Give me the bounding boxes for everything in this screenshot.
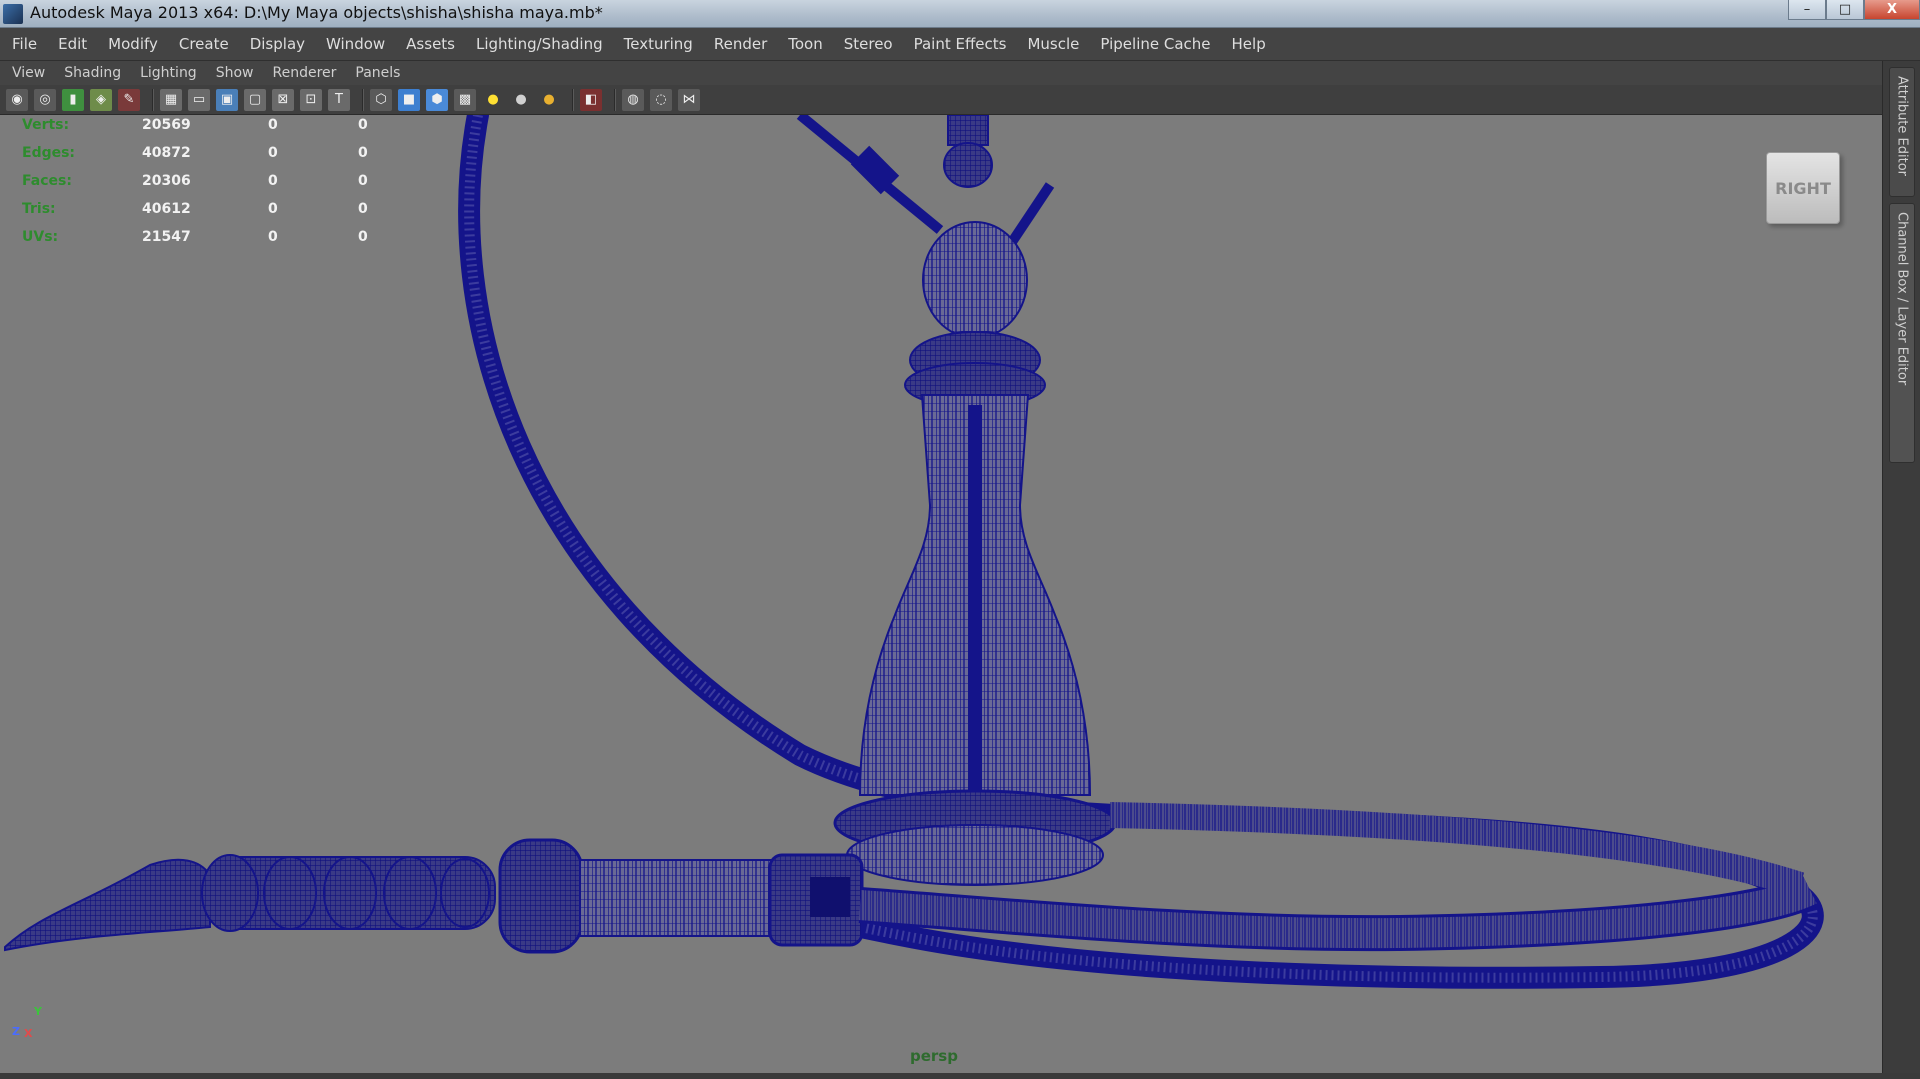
hud-value: 0 (268, 117, 278, 133)
toolbar-separator (614, 88, 616, 111)
default-light-icon[interactable]: ● (482, 89, 504, 111)
window-title: Autodesk Maya 2013 x64: D:\My Maya objec… (30, 3, 603, 22)
smooth-shade-icon[interactable]: ■ (398, 88, 420, 111)
camera-attributes-icon[interactable]: ◎ (34, 88, 56, 111)
gate-mask-icon[interactable]: ▢ (244, 88, 266, 111)
field-chart-icon[interactable]: ⊠ (272, 88, 294, 111)
channel-box-layer-editor-tab[interactable]: Channel Box / Layer Editor (1889, 203, 1915, 463)
hud-value: 0 (268, 173, 278, 189)
bottom-shelf-edge (0, 1073, 1920, 1079)
hud-value: 0 (268, 145, 278, 161)
right-side-dock: Attribute Editor Channel Box / Layer Edi… (1882, 61, 1920, 1073)
panel-menu-shading[interactable]: Shading (64, 65, 121, 81)
menu-window[interactable]: Window (326, 35, 385, 53)
hud-value: 40612 (142, 201, 191, 217)
panel-menu-lighting[interactable]: Lighting (140, 65, 197, 81)
image-plane-icon[interactable]: ◈ (90, 88, 112, 111)
menu-display[interactable]: Display (250, 35, 305, 53)
shadows-icon[interactable]: ● (510, 89, 532, 111)
wireframe-model[interactable] (0, 115, 1882, 1073)
hud-value: 0 (358, 145, 368, 161)
menu-muscle[interactable]: Muscle (1027, 35, 1079, 53)
wireframe-icon[interactable]: ⬡ (370, 88, 392, 111)
toolbar-separator (152, 88, 154, 111)
safe-title-icon[interactable]: T (328, 88, 350, 111)
menu-help[interactable]: Help (1232, 35, 1266, 53)
perspective-viewport[interactable]: Verts: 20569 0 0 Edges: 40872 0 0 Faces:… (0, 115, 1882, 1073)
menu-stereo[interactable]: Stereo (844, 35, 893, 53)
attribute-editor-tab[interactable]: Attribute Editor (1889, 67, 1915, 197)
menu-assets[interactable]: Assets (406, 35, 455, 53)
window-controls: – □ X (1788, 0, 1920, 20)
film-gate-icon[interactable]: ▭ (188, 88, 210, 111)
main-menubar: File Edit Modify Create Display Window A… (0, 28, 1920, 61)
hud-icon[interactable]: ⋈ (678, 88, 700, 111)
menu-pipeline-cache[interactable]: Pipeline Cache (1100, 35, 1210, 53)
hud-value: 0 (268, 201, 278, 217)
bookmark-icon[interactable]: ▮ (62, 88, 84, 111)
hud-value: 20569 (142, 117, 191, 133)
viewcube[interactable]: RIGHT (1766, 152, 1840, 224)
hud-value: 40872 (142, 145, 191, 161)
hud-value: 0 (268, 229, 278, 245)
maya-app-icon[interactable] (3, 4, 23, 24)
hud-label: UVs: (22, 229, 59, 245)
hud-label: Edges: (22, 145, 76, 161)
menu-file[interactable]: File (12, 35, 37, 53)
camera-name-label: persp (910, 1047, 958, 1065)
xray-joints-icon[interactable]: ◌ (650, 88, 672, 111)
safe-action-icon[interactable]: ⊡ (300, 88, 322, 111)
hud-value: 21547 (142, 229, 191, 245)
hud-label: Verts: (22, 117, 70, 133)
toolbar-separator (572, 88, 574, 111)
menu-texturing[interactable]: Texturing (624, 35, 693, 53)
menu-lighting-shading[interactable]: Lighting/Shading (476, 35, 603, 53)
menu-paint-effects[interactable]: Paint Effects (914, 35, 1007, 53)
close-button[interactable]: X (1864, 0, 1920, 20)
hud-value: 0 (358, 117, 368, 133)
panel-menubar: View Shading Lighting Show Renderer Pane… (0, 61, 1882, 85)
panel-menu-show[interactable]: Show (216, 65, 254, 81)
hud-value: 0 (358, 173, 368, 189)
axis-x-label: X (24, 1027, 33, 1040)
shade-wire-icon[interactable]: ⬢ (426, 88, 448, 111)
menu-render[interactable]: Render (714, 35, 767, 53)
isolate-select-icon[interactable]: ◧ (580, 88, 602, 111)
hud-label: Faces: (22, 173, 72, 189)
grid-icon[interactable]: ▦ (160, 88, 182, 111)
axis-z-label: Z (12, 1025, 20, 1038)
panel-toolbar: ◉ ◎ ▮ ◈ ✎ ▦ ▭ ▣ ▢ ⊠ ⊡ T ⬡ ■ ⬢ ▩ ● ● ● ◧ … (0, 85, 1882, 115)
menu-create[interactable]: Create (179, 35, 229, 53)
toolbar-separator (362, 88, 364, 111)
resolution-gate-icon[interactable]: ▣ (216, 88, 238, 111)
axis-y-label: Y (34, 1005, 42, 1018)
xray-icon[interactable]: ◍ (622, 88, 644, 111)
hud-value: 20306 (142, 173, 191, 189)
panel-menu-renderer[interactable]: Renderer (272, 65, 336, 81)
grease-pencil-icon[interactable]: ✎ (118, 88, 140, 111)
menu-modify[interactable]: Modify (108, 35, 158, 53)
axis-gizmo: Y Z X (10, 1005, 50, 1045)
menu-edit[interactable]: Edit (58, 35, 87, 53)
window-title-bar: Autodesk Maya 2013 x64: D:\My Maya objec… (0, 0, 1920, 28)
maximize-button[interactable]: □ (1826, 0, 1864, 20)
ambient-occlusion-icon[interactable]: ● (538, 89, 560, 111)
camera-select-icon[interactable]: ◉ (6, 88, 28, 111)
panel-menu-view[interactable]: View (12, 65, 45, 81)
hud-label: Tris: (22, 201, 56, 217)
hud-value: 0 (358, 201, 368, 217)
minimize-button[interactable]: – (1788, 0, 1826, 20)
panel-menu-panels[interactable]: Panels (355, 65, 400, 81)
texture-icon[interactable]: ▩ (454, 88, 476, 111)
menu-toon[interactable]: Toon (788, 35, 822, 53)
hud-value: 0 (358, 229, 368, 245)
